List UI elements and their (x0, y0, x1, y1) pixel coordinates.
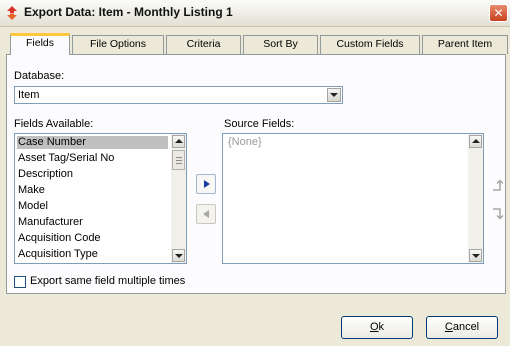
tab-sort-by[interactable]: Sort By (243, 35, 318, 54)
scroll-down-button[interactable] (469, 249, 482, 262)
list-item[interactable]: Acquisition Code (17, 232, 168, 245)
chevron-up-icon (472, 139, 480, 143)
cancel-mnemonic: C (444, 321, 453, 333)
tab-label: Fields (25, 37, 54, 49)
scroll-up-button[interactable] (172, 135, 185, 148)
title-bar[interactable]: Export Data: Item - Monthly Listing 1 ✕ (0, 0, 510, 27)
export-multiple-label: Export same field multiple times (30, 275, 186, 287)
source-fields-label: Source Fields: (224, 118, 295, 130)
export-data-dialog: Export Data: Item - Monthly Listing 1 ✕ … (0, 0, 510, 346)
list-item[interactable]: Asset Tag/Serial No (17, 152, 168, 165)
tab-custom-fields[interactable]: Custom Fields (320, 35, 420, 54)
tab-label: Criteria (186, 38, 221, 50)
tab-parent-item[interactable]: Parent Item (422, 35, 508, 54)
move-up-icon[interactable] (489, 178, 503, 192)
fields-scrollbar[interactable] (171, 134, 186, 263)
remove-field-button[interactable] (196, 204, 216, 224)
cancel-label: ancel (452, 321, 480, 333)
grip-line (176, 163, 182, 164)
tab-fields[interactable]: Fields (10, 33, 70, 55)
export-multiple-checkbox[interactable] (14, 276, 26, 288)
ok-button[interactable]: Ok (341, 316, 413, 339)
source-fields-list[interactable]: {None} (222, 133, 484, 264)
ok-label: k (378, 321, 385, 333)
close-button[interactable]: ✕ (489, 4, 508, 22)
window-title: Export Data: Item - Monthly Listing 1 (24, 5, 233, 19)
list-item[interactable]: Make (17, 184, 168, 197)
grip-line (176, 160, 182, 161)
database-value: Item (18, 89, 40, 101)
database-label: Database: (14, 70, 65, 82)
database-dropdown-button[interactable] (327, 88, 341, 102)
list-item[interactable]: Description (17, 168, 168, 181)
source-scrollbar[interactable] (468, 134, 483, 263)
tab-label: File Options (89, 38, 147, 50)
chevron-up-icon (175, 139, 183, 143)
arrow-left-icon (203, 210, 209, 218)
tab-file-options[interactable]: File Options (72, 35, 164, 54)
source-fields-placeholder: {None} (228, 136, 262, 148)
scroll-thumb[interactable] (172, 150, 185, 170)
scroll-up-button[interactable] (469, 135, 482, 148)
fields-available-list[interactable]: Case Number Asset Tag/Serial No Descript… (14, 133, 187, 264)
chevron-down-icon (175, 254, 183, 258)
list-item[interactable]: Model (17, 200, 168, 213)
export-icon (7, 6, 17, 20)
move-down-icon[interactable] (489, 207, 503, 221)
tab-label: Custom Fields (336, 38, 404, 50)
list-item[interactable]: Manufacturer (17, 216, 168, 229)
tab-criteria[interactable]: Criteria (166, 35, 241, 54)
database-select[interactable]: Item (14, 86, 343, 104)
close-icon: ✕ (493, 6, 504, 20)
chevron-down-icon (472, 254, 480, 258)
list-item[interactable]: Case Number (17, 136, 168, 149)
grip-line (176, 157, 182, 158)
fields-available-label: Fields Available: (14, 118, 94, 130)
tab-label: Parent Item (437, 38, 493, 50)
cancel-button[interactable]: Cancel (426, 316, 498, 339)
add-field-button[interactable] (196, 174, 216, 194)
list-item[interactable]: Acquisition Type (17, 248, 168, 261)
ok-mnemonic: O (369, 321, 379, 333)
scroll-down-button[interactable] (172, 249, 185, 262)
tab-label: Sort By (263, 38, 298, 50)
chevron-down-icon (330, 93, 338, 97)
tab-strip: Fields File Options Criteria Sort By Cus… (0, 33, 510, 55)
arrow-right-icon (204, 180, 210, 188)
